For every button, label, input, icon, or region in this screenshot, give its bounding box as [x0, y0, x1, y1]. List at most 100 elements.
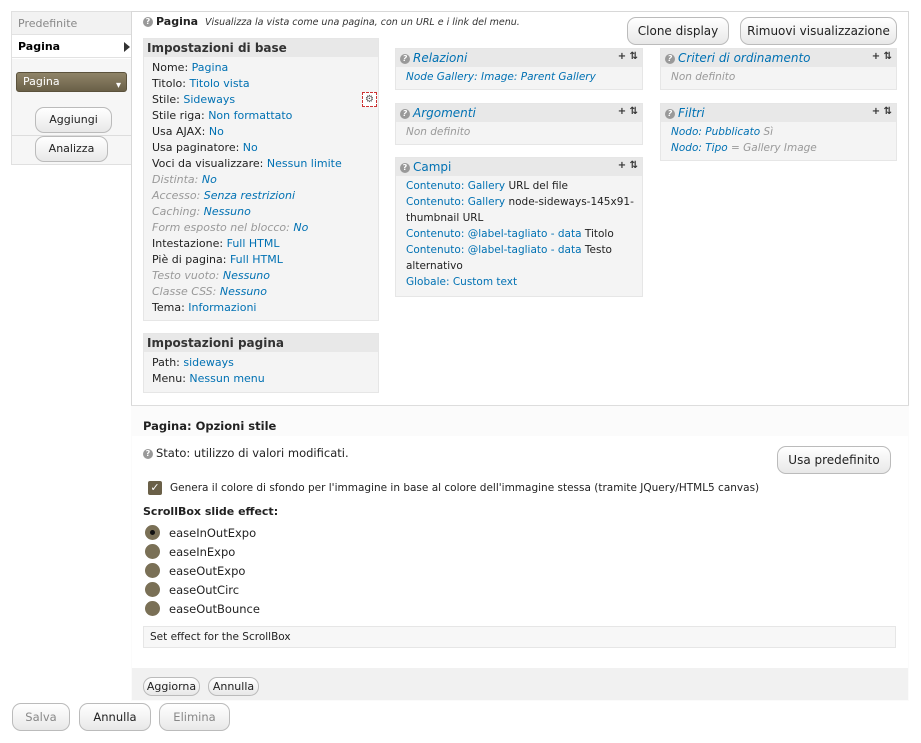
sort-header: ? Criteri di ordinamento + ⇅: [661, 49, 896, 67]
cancel-button[interactable]: Annulla: [79, 703, 151, 731]
basic-setting-row: Classe CSS: Nessuno: [152, 285, 267, 298]
field-link[interactable]: Contenuto: @label-tagliato - data: [406, 228, 582, 240]
field-link[interactable]: Contenuto: Gallery: [406, 196, 505, 208]
basic-settings-title: Impostazioni di base: [147, 41, 287, 55]
field-item: Contenuto: Gallery node-sideways-145x91-: [406, 196, 634, 208]
effect-radio[interactable]: [145, 601, 160, 616]
fields-title-text: Campi: [413, 160, 452, 174]
remove-display-button[interactable]: Rimuovi visualizzazione: [740, 17, 897, 45]
setting-value-link[interactable]: Nessun limite: [267, 157, 342, 170]
page-settings-title: Impostazioni pagina: [147, 336, 284, 350]
setting-label: Piè di pagina:: [152, 253, 227, 266]
filters-header: ? Filtri + ⇅: [661, 104, 896, 122]
setting-value-link[interactable]: Nessuno: [220, 285, 267, 298]
setting-label: Classe CSS:: [152, 285, 217, 298]
tab-page[interactable]: Pagina: [12, 35, 132, 58]
relations-panel: ? Relazioni + ⇅ Node Gallery: Image: Pare…: [395, 48, 643, 90]
effect-radio-label: easeOutExpo: [169, 564, 246, 578]
basic-setting-row: Tema: Informazioni: [152, 301, 256, 314]
filters-title-text: Filtri: [678, 106, 705, 120]
setting-value-link[interactable]: No: [293, 221, 308, 234]
basic-setting-row: Intestazione: Full HTML: [152, 237, 280, 250]
effect-radio[interactable]: [145, 582, 160, 597]
filters-title[interactable]: ? Filtri: [665, 106, 705, 120]
rearrange-icon[interactable]: ⇅: [630, 160, 638, 171]
relation-item[interactable]: Node Gallery: Image: Parent Gallery: [406, 71, 596, 83]
effect-radio[interactable]: [145, 525, 160, 540]
gear-icon[interactable]: ⚙: [362, 92, 377, 107]
filter-link[interactable]: Nodo: Pubblicato: [671, 126, 760, 138]
field-item: Contenuto: Gallery URL del file: [406, 180, 568, 192]
field-link[interactable]: Contenuto: Gallery: [406, 180, 505, 192]
basic-settings-panel: Impostazioni di base Nome: Pagina Titolo:…: [143, 38, 379, 321]
add-icon[interactable]: +: [618, 160, 626, 171]
setting-value-link[interactable]: No: [243, 141, 258, 154]
basic-setting-row: Titolo: Titolo vista: [152, 77, 250, 90]
effect-radio-label: easeOutCirc: [169, 583, 240, 597]
setting-value-link[interactable]: Full HTML: [227, 237, 280, 250]
analyze-button[interactable]: Analizza: [35, 136, 108, 162]
clone-display-button[interactable]: Clone display: [627, 17, 729, 45]
bg-color-checkbox-label: Genera il colore di sfondo per l'immagin…: [170, 482, 760, 494]
field-item: Globale: Custom text: [406, 276, 517, 288]
setting-value-link[interactable]: No: [209, 125, 224, 138]
cancel-style-button[interactable]: Annulla: [208, 677, 259, 696]
relations-title[interactable]: ? Relazioni: [400, 51, 467, 65]
rearrange-icon[interactable]: ⇅: [884, 106, 892, 117]
filter-link[interactable]: Nodo: Tipo: [671, 142, 728, 154]
setting-value-link[interactable]: Nessuno: [204, 205, 251, 218]
add-icon[interactable]: +: [618, 51, 626, 62]
filter-value: = Gallery Image: [727, 142, 817, 154]
arguments-title[interactable]: ? Argomenti: [400, 106, 476, 120]
use-default-button[interactable]: Usa predefinito: [777, 446, 891, 474]
help-icon: ?: [665, 53, 675, 64]
setting-value-link[interactable]: Nessuno: [223, 269, 270, 282]
setting-value-link[interactable]: Non formattato: [208, 109, 292, 122]
bg-color-checkbox[interactable]: ✓: [148, 481, 162, 495]
delete-button[interactable]: Elimina: [159, 703, 230, 731]
basic-setting-row: Caching: Nessuno: [152, 205, 251, 218]
save-button[interactable]: Salva: [12, 703, 70, 731]
add-display-button[interactable]: Aggiungi: [35, 107, 112, 133]
field-link[interactable]: Contenuto: @label-tagliato - data: [406, 244, 582, 256]
basic-setting-row: Testo vuoto: Nessuno: [152, 269, 270, 282]
setting-value-link[interactable]: Sideways: [183, 93, 235, 106]
add-icon[interactable]: +: [872, 106, 880, 117]
sort-title-text: Criteri di ordinamento: [678, 51, 811, 65]
filters-controls: + ⇅: [872, 106, 892, 117]
setting-label: Testo vuoto:: [152, 269, 220, 282]
add-icon[interactable]: +: [872, 51, 880, 62]
setting-value-link[interactable]: Titolo vista: [189, 77, 249, 90]
help-icon: ?: [400, 53, 410, 64]
update-button[interactable]: Aggiorna: [143, 677, 200, 696]
arguments-title-text: Argomenti: [413, 106, 476, 120]
rearrange-icon[interactable]: ⇅: [630, 106, 638, 117]
field-link[interactable]: Globale: Custom text: [406, 276, 517, 288]
arguments-header: ? Argomenti + ⇅: [396, 104, 642, 122]
setting-value-link[interactable]: Pagina: [192, 61, 229, 74]
basic-setting-row: Stile riga: Non formattato: [152, 109, 292, 122]
effect-radio[interactable]: [145, 563, 160, 578]
setting-label: Tema:: [152, 301, 185, 314]
setting-value-link[interactable]: Informazioni: [188, 301, 256, 314]
rearrange-icon[interactable]: ⇅: [884, 51, 892, 62]
sort-title[interactable]: ? Criteri di ordinamento: [665, 51, 811, 65]
rearrange-icon[interactable]: ⇅: [630, 51, 638, 62]
setting-label: Accesso:: [152, 189, 201, 202]
setting-value-link[interactable]: Full HTML: [230, 253, 283, 266]
arguments-empty: Non definito: [406, 126, 471, 138]
field-text: Testo: [581, 244, 612, 256]
status-message: Stato: utilizzo di valori modificati.: [156, 446, 349, 460]
setting-value-link[interactable]: No: [202, 173, 217, 186]
add-icon[interactable]: +: [618, 106, 626, 117]
fields-title[interactable]: ? Campi: [400, 160, 451, 174]
effect-radio[interactable]: [145, 544, 160, 559]
basic-setting-row: Stile: Sideways: [152, 93, 235, 106]
path-link[interactable]: sideways: [183, 356, 234, 369]
setting-value-link[interactable]: Senza restrizioni: [204, 189, 295, 202]
menu-link[interactable]: Nessun menu: [189, 372, 264, 385]
tab-page-label: Pagina: [18, 40, 61, 53]
tab-defaults[interactable]: Predefinite: [12, 12, 132, 35]
display-type-select[interactable]: Pagina ▾: [16, 72, 127, 92]
basic-setting-row: Voci da visualizzare: Nessun limite: [152, 157, 342, 170]
